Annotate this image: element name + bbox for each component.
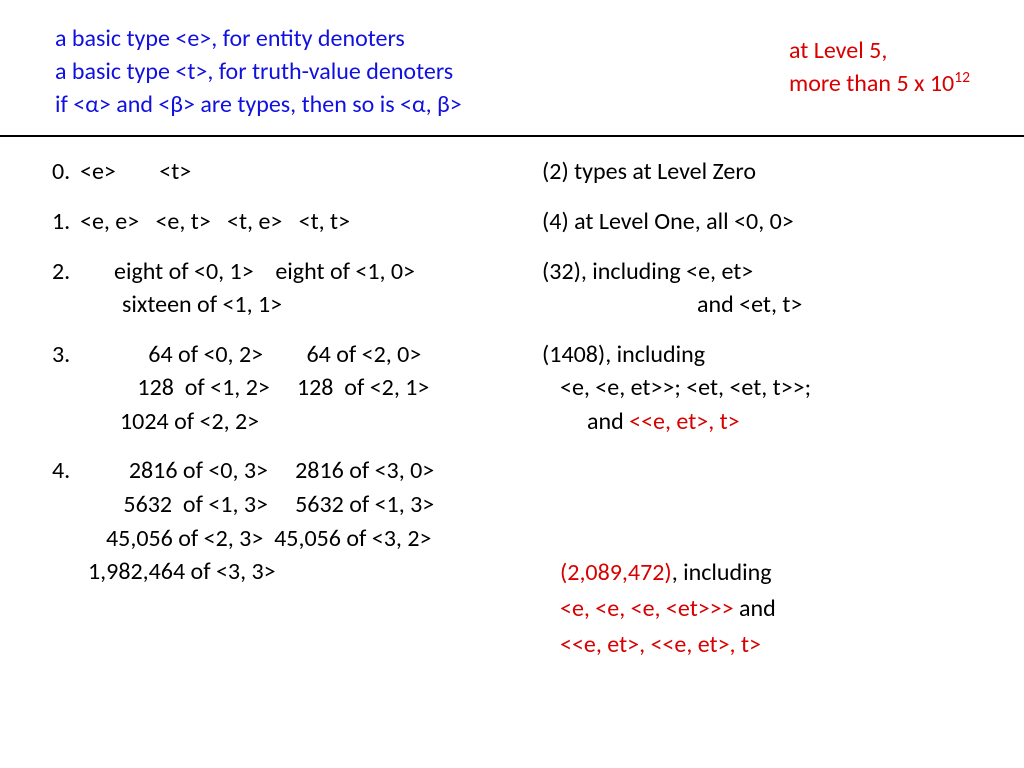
row-3-r3: and <<e, et>, t> bbox=[542, 405, 978, 439]
row-3-left: 3. 64 of <0, 2> 64 of <2, 0> 128 of <1, … bbox=[52, 338, 542, 439]
header-line-1: a basic type <e>, for entity denoters bbox=[55, 22, 462, 55]
row-4-r1rest: , including bbox=[672, 558, 772, 587]
row-1: 1.<e, e> <e, t> <t, e> <t, t> (4) at Lev… bbox=[52, 205, 978, 239]
row-4-r2a: <e, <e, <e, <et>>> bbox=[560, 594, 739, 623]
row-3-r3red: <<e, et>, t> bbox=[629, 407, 739, 436]
row-4-l1: 2816 of <0, 3> 2816 of <3, 0> bbox=[80, 456, 434, 485]
row-3-l3: 1024 of <2, 2> bbox=[52, 405, 542, 439]
row-0-num: 0. bbox=[52, 155, 80, 189]
row-4-r1red: (2,089,472) bbox=[560, 558, 672, 587]
row-2-left: 2.eight of <0, 1> eight of <1, 0> sixtee… bbox=[52, 255, 542, 322]
row-0-right: (2) types at Level Zero bbox=[542, 155, 978, 189]
row-2: 2.eight of <0, 1> eight of <1, 0> sixtee… bbox=[52, 255, 978, 322]
row-3-r3a: and bbox=[587, 407, 629, 436]
row-1-right: (4) at Level One, all <0, 0> bbox=[542, 205, 978, 239]
row-2-l1: eight of <0, 1> eight of <1, 0> bbox=[80, 257, 415, 286]
row-4-l4: 1,982,464 of <3, 3> bbox=[52, 555, 542, 589]
row-3: 3. 64 of <0, 2> 64 of <2, 0> 128 of <1, … bbox=[52, 338, 978, 439]
row-2-right: (32), including <e, et> and <et, t> bbox=[542, 255, 978, 322]
row-2-l2: sixteen of <1, 1> bbox=[112, 290, 282, 319]
header-right-2: more than 5 x 1012 bbox=[789, 67, 970, 100]
row-4-left: 4. 2816 of <0, 3> 2816 of <3, 0> 5632 of… bbox=[52, 454, 542, 588]
row-3-num: 3. bbox=[52, 338, 80, 372]
header-left: a basic type <e>, for entity denoters a … bbox=[55, 22, 462, 121]
header-right: at Level 5, more than 5 x 1012 bbox=[789, 22, 974, 100]
row-1-left: 1.<e, e> <e, t> <t, e> <t, t> bbox=[52, 205, 542, 239]
header-line-3: if <α> and <β> are types, then so is <α,… bbox=[55, 88, 462, 121]
row-2-r2: and <et, t> bbox=[542, 288, 978, 322]
row-4-r3red: <<e, et>, <<e, et>, t> bbox=[560, 627, 776, 663]
row-4-r2and: and bbox=[739, 594, 776, 623]
row-2-r1: (32), including <e, et> bbox=[542, 255, 978, 289]
row-3-right: (1408), including <e, <e, et>>; <et, <et… bbox=[542, 338, 978, 439]
header-right-2-exp: 12 bbox=[954, 68, 970, 87]
row-3-l1: 64 of <0, 2> 64 of <2, 0> bbox=[80, 340, 421, 369]
row-0-types: <e> <t> bbox=[80, 157, 191, 186]
row-4-l3: 45,056 of <2, 3> 45,056 of <3, 2> bbox=[52, 522, 542, 556]
row-1-types: <e, e> <e, t> <t, e> <t, t> bbox=[80, 207, 350, 236]
header-line-2: a basic type <t>, for truth-value denote… bbox=[55, 55, 462, 88]
row-2-num: 2. bbox=[52, 255, 80, 289]
row-4: 4. 2816 of <0, 3> 2816 of <3, 0> 5632 of… bbox=[52, 454, 978, 588]
row-3-r2: <e, <e, et>>; <et, <et, t>>; bbox=[542, 371, 978, 405]
row-3-r1: (1408), including bbox=[542, 338, 978, 372]
header: a basic type <e>, for entity denoters a … bbox=[0, 0, 1024, 131]
row-4-r2: <e, <e, <e, <et>>> and bbox=[560, 591, 776, 627]
row-4-l2: 5632 of <1, 3> 5632 of <1, 3> bbox=[52, 488, 542, 522]
slide: a basic type <e>, for entity denoters a … bbox=[0, 0, 1024, 768]
row-0-left: 0.<e> <t> bbox=[52, 155, 542, 189]
content: 0.<e> <t> (2) types at Level Zero 1.<e, … bbox=[0, 137, 1024, 589]
row-4-right: (2,089,472), including <e, <e, <e, <et>>… bbox=[560, 555, 776, 663]
row-4-r1: (2,089,472), including bbox=[560, 555, 776, 591]
row-1-num: 1. bbox=[52, 205, 80, 239]
row-3-l2: 128 of <1, 2> 128 of <2, 1> bbox=[52, 371, 542, 405]
header-right-1: at Level 5, bbox=[789, 34, 970, 67]
header-right-2-text: more than 5 x 10 bbox=[789, 69, 954, 98]
row-0: 0.<e> <t> (2) types at Level Zero bbox=[52, 155, 978, 189]
row-4-num: 4. bbox=[52, 454, 80, 488]
